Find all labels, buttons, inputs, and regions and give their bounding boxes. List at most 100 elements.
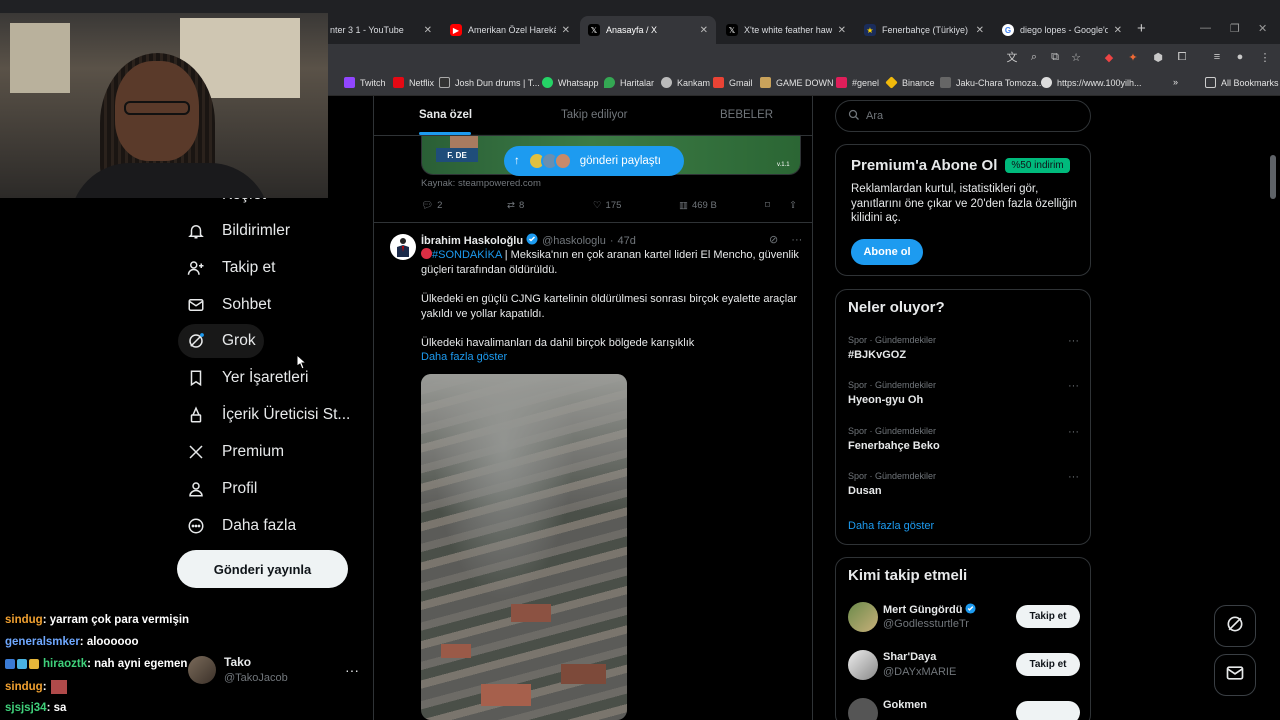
more-dots-icon[interactable]: ··· xyxy=(791,234,802,246)
browser-tab-google[interactable]: G diego lopes - Google'da a ✕ xyxy=(994,16,1130,44)
bookmark-star-icon[interactable]: ☆ xyxy=(1069,50,1083,64)
search-input[interactable]: Ara xyxy=(835,100,1091,132)
bookmark-jaku-chara[interactable]: Jaku-Chara Tomoza... xyxy=(940,77,1044,88)
bookmark-whatsapp[interactable]: Whatsapp xyxy=(542,77,599,88)
bookmark-genel[interactable]: #genel xyxy=(836,77,879,88)
more-dots-icon[interactable]: ··· xyxy=(1068,471,1079,483)
follow-suggestion[interactable]: Gokmen xyxy=(848,698,1080,720)
author-handle[interactable]: @haskologlu xyxy=(542,235,606,247)
bookmark-game-down[interactable]: GAME DOWN xyxy=(760,77,834,88)
close-tab-icon[interactable]: ✕ xyxy=(562,25,570,36)
bookmark-josh-dun[interactable]: Josh Dun drums | T... xyxy=(439,77,540,88)
nav-profile[interactable]: Profil xyxy=(178,472,265,506)
browser-menu-icon[interactable]: ⋮ xyxy=(1258,50,1272,64)
nav-premium[interactable]: Premium xyxy=(178,435,292,469)
grok-icon[interactable]: ⊘ xyxy=(769,234,778,246)
trend-item[interactable]: Spor · Gündemdekiler Dusan ··· xyxy=(848,471,1079,497)
bookmark-100yil[interactable]: https://www.100yilh... xyxy=(1041,77,1142,88)
close-window-icon[interactable]: ✕ xyxy=(1258,22,1267,35)
follow-button[interactable] xyxy=(1016,701,1080,720)
close-tab-icon[interactable]: ✕ xyxy=(976,25,984,36)
bookmark-twitch[interactable]: Twitch xyxy=(344,77,386,88)
trend-item[interactable]: Spor · Gündemdekiler Fenerbahçe Beko ··· xyxy=(848,426,1079,452)
account-switcher[interactable]: Tako @TakoJacob xyxy=(188,655,288,684)
trend-category: Spor · Gündemdekiler xyxy=(848,471,937,481)
tab-bebeler[interactable]: BEBELER xyxy=(720,109,773,121)
nav-more[interactable]: Daha fazla xyxy=(178,509,304,543)
follow-suggestion[interactable]: Shar'Daya @DAYxMARIE Takip et xyxy=(848,650,1080,682)
like-button[interactable]: ♡ 175 xyxy=(593,200,621,211)
rooftop-image xyxy=(441,644,471,658)
trend-topic: #BJKvGOZ xyxy=(848,349,907,361)
close-tab-icon[interactable]: ✕ xyxy=(700,25,708,36)
more-dots-icon[interactable]: ··· xyxy=(1068,335,1079,347)
reading-list-icon[interactable]: ≡ xyxy=(1210,50,1224,64)
more-dots-icon[interactable]: ··· xyxy=(345,662,359,678)
new-tab-button[interactable]: + xyxy=(1137,20,1146,37)
browser-tab-fenerbahce[interactable]: ★ Fenerbahçe (Türkiye) - S ✕ xyxy=(856,16,992,44)
bookmark-gmail[interactable]: Gmail xyxy=(713,77,753,88)
post-time[interactable]: 47d xyxy=(618,235,636,247)
hashtag-link[interactable]: #SONDAKİKA xyxy=(432,249,502,261)
follow-button[interactable]: Takip et xyxy=(1016,605,1080,628)
suggestion-name-text: Mert Güngördü xyxy=(883,604,963,616)
bookmark-kankam[interactable]: Kankam xyxy=(661,77,710,88)
more-dots-icon[interactable]: ··· xyxy=(1068,380,1079,392)
bookmark-netflix[interactable]: Netflix xyxy=(393,77,434,88)
chat-username: sindug xyxy=(5,681,43,693)
nav-grok[interactable]: Grok xyxy=(178,324,264,358)
card-source[interactable]: Kaynak: steampowered.com xyxy=(421,178,541,189)
bookmark-label: Twitch xyxy=(360,77,386,88)
views-button[interactable]: ▥ 469 B xyxy=(679,200,717,211)
follow-suggestion[interactable]: Mert Güngördü @GodlessturtleTr Takip et xyxy=(848,602,1080,634)
install-app-icon[interactable]: ⧉ xyxy=(1048,50,1062,64)
translate-icon[interactable]: 文 xyxy=(1005,50,1019,64)
trends-show-more-link[interactable]: Daha fazla göster xyxy=(848,520,934,532)
post-button[interactable]: Gönderi yayınla xyxy=(177,550,348,588)
bookmark-maps[interactable]: Haritalar xyxy=(604,77,654,88)
browser-tab-youtube-2[interactable]: ▶ Amerikan Özel Harekâtyl ✕ xyxy=(442,16,578,44)
bookmark-binance[interactable]: Binance xyxy=(885,76,935,89)
zoom-icon[interactable]: ⌕ xyxy=(1027,50,1041,64)
more-bookmarks-icon[interactable]: » xyxy=(1173,77,1178,87)
nav-follow[interactable]: Takip et xyxy=(178,251,283,285)
browser-tab-youtube-1[interactable]: nter 3 1 - YouTube ✕ xyxy=(322,16,440,44)
nav-messages[interactable]: Sohbet xyxy=(178,288,279,322)
close-tab-icon[interactable]: ✕ xyxy=(838,25,846,36)
more-dots-icon[interactable]: ··· xyxy=(1068,426,1079,438)
avatar[interactable] xyxy=(390,234,416,260)
tab-following[interactable]: Takip ediliyor xyxy=(561,109,627,121)
close-tab-icon[interactable]: ✕ xyxy=(424,25,432,36)
reply-button[interactable]: 💬︎ 2 xyxy=(421,200,442,211)
repost-button[interactable]: ⇄ 8 xyxy=(507,200,524,211)
extensions-puzzle-icon[interactable]: ⧠ xyxy=(1175,50,1189,64)
grok-fab-button[interactable] xyxy=(1214,605,1256,647)
minimize-icon[interactable]: — xyxy=(1200,22,1211,34)
extension-orange-icon[interactable]: ✦ xyxy=(1126,50,1140,64)
author-name[interactable]: İbrahim Haskoloğlu xyxy=(421,235,523,247)
post-video[interactable] xyxy=(421,374,627,720)
all-bookmarks[interactable]: All Bookmarks xyxy=(1205,77,1279,88)
tab-title: Anasayfa / X xyxy=(606,25,658,35)
dot-separator: · xyxy=(609,234,614,247)
trend-item[interactable]: Spor · Gündemdekiler #BJKvGOZ ··· xyxy=(848,335,1079,361)
show-more-link[interactable]: Daha fazla göster xyxy=(421,351,507,363)
messages-fab-button[interactable] xyxy=(1214,654,1256,696)
bookmark-button[interactable]: ⌑ xyxy=(765,200,770,211)
close-tab-icon[interactable]: ✕ xyxy=(1114,25,1122,36)
browser-tab-x-home[interactable]: 𝕏 Anasayfa / X ✕ xyxy=(580,16,716,44)
extension-red-icon[interactable]: ◆ xyxy=(1102,50,1116,64)
extension-icon[interactable]: ⬢ xyxy=(1151,50,1165,64)
nav-notifications[interactable]: Bildirimler xyxy=(178,214,298,248)
new-posts-pill[interactable]: ↑ gönderi paylaştı xyxy=(504,146,684,176)
trend-item[interactable]: Spor · Gündemdekiler Hyeon-gyu Oh ··· xyxy=(848,380,1079,406)
subscribe-button[interactable]: Abone ol xyxy=(851,239,923,265)
nav-creator-studio[interactable]: İçerik Üreticisi St... xyxy=(178,398,358,432)
share-button[interactable]: ⇪ xyxy=(789,200,797,211)
tab-for-you[interactable]: Sana özel xyxy=(419,109,472,121)
profile-avatar-icon[interactable]: ● xyxy=(1233,50,1247,64)
restore-icon[interactable]: ❐ xyxy=(1230,22,1240,35)
scrollbar-thumb[interactable] xyxy=(1270,155,1276,199)
browser-tab-x-search[interactable]: 𝕏 X'te white feather hawk t ✕ xyxy=(718,16,854,44)
follow-button[interactable]: Takip et xyxy=(1016,653,1080,676)
